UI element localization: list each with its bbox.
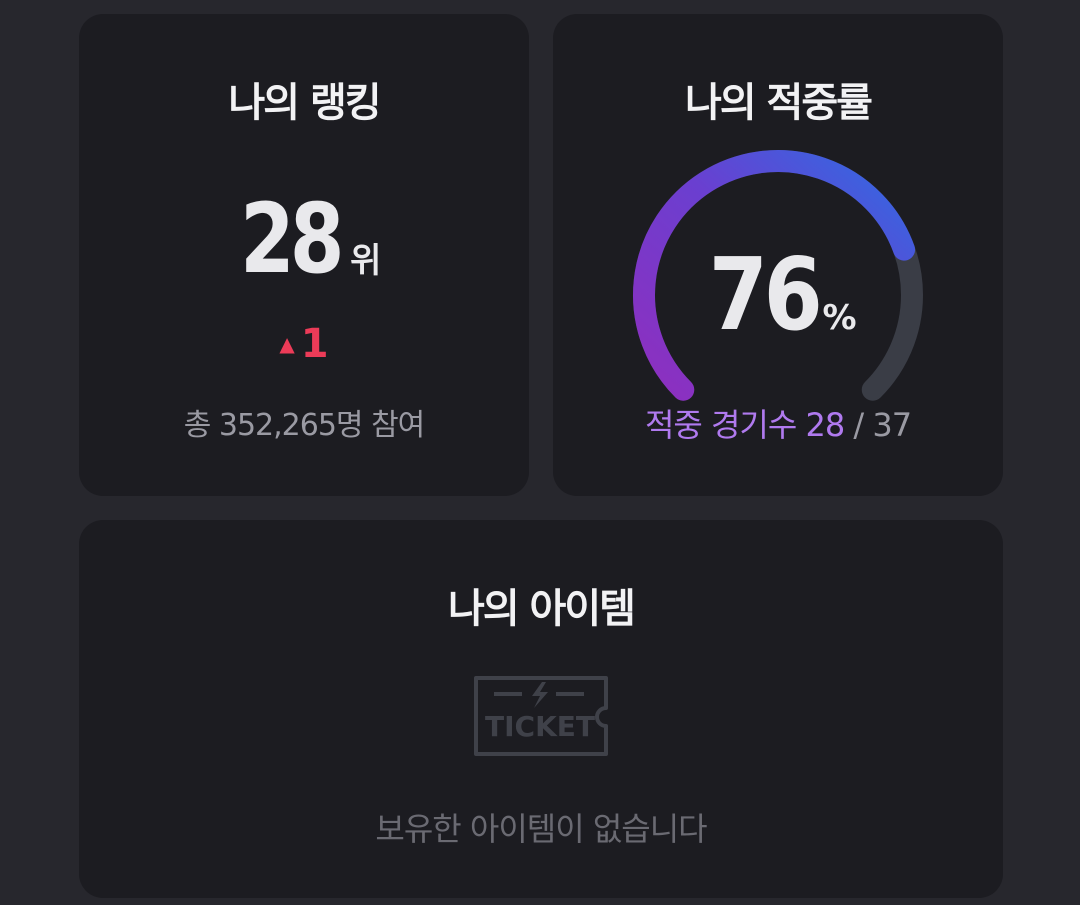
- hits-label: 적중 경기수: [644, 406, 797, 444]
- hits-summary: 적중 경기수 28 / 37: [553, 400, 1003, 446]
- rank-up-icon: ▲: [279, 332, 295, 356]
- rank-change: ▲ 1: [79, 322, 529, 366]
- rank-number: 28: [239, 183, 345, 295]
- items-empty-message: 보유한 아이템이 없습니다: [375, 810, 707, 848]
- percent-number: 76: [709, 236, 823, 353]
- rank-display: 28 위: [79, 184, 529, 294]
- items-card: 나의 아이템 TICKET 보유한 아이템이 없습니다: [79, 520, 1003, 898]
- accuracy-card: 나의 적중률 76% 적중 경기수 28 / 37: [553, 14, 1003, 496]
- ranking-card: 나의 랭킹 28 위 ▲ 1 총 352,265명 참여: [79, 14, 529, 496]
- ticket-text: TICKET: [485, 710, 595, 743]
- rank-change-value: 1: [300, 321, 329, 367]
- percent-display: 76%: [553, 240, 1003, 350]
- ticket-icon: TICKET: [474, 676, 608, 756]
- hits-total: 37: [872, 406, 912, 444]
- items-title: 나의 아이템: [448, 586, 636, 632]
- hits-separator: /: [853, 406, 864, 444]
- hits-value: 28: [805, 406, 845, 444]
- rank-unit: 위: [350, 241, 381, 281]
- ranking-title: 나의 랭킹: [228, 80, 381, 126]
- participants-count: 총 352,265명 참여: [183, 408, 426, 443]
- percent-unit: %: [822, 298, 857, 338]
